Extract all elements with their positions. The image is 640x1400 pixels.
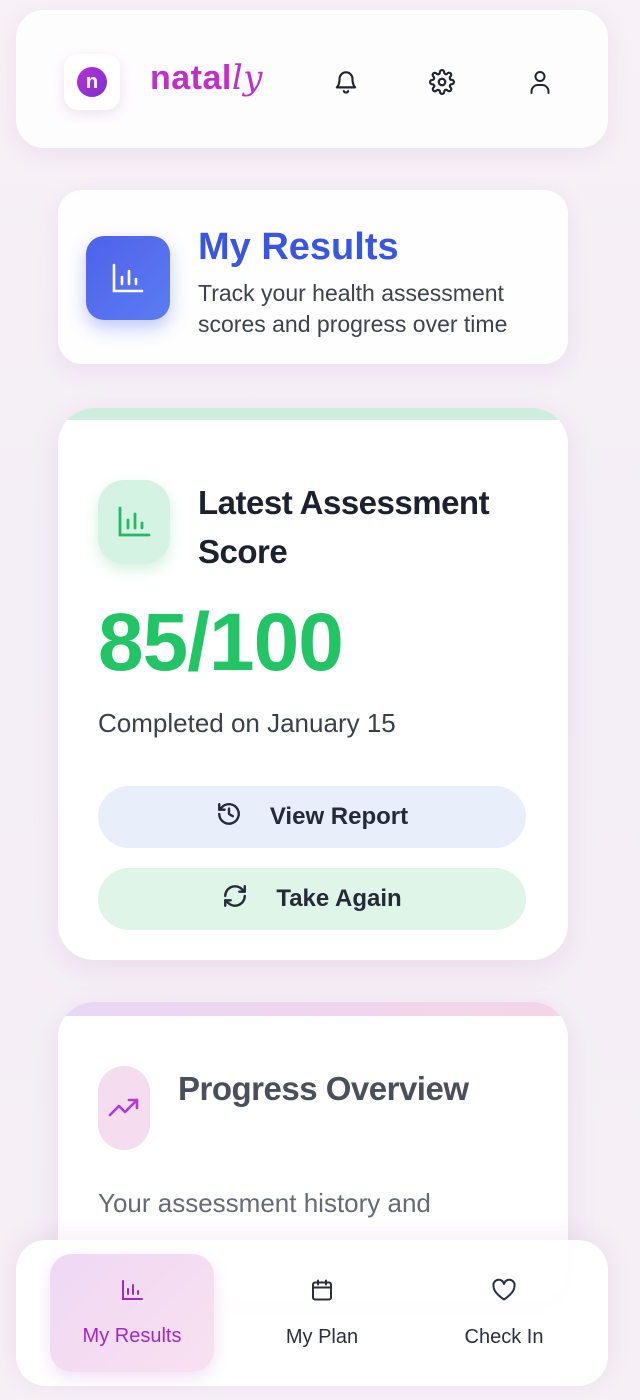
latest-score-card: Latest Assessment Score 85/100 Completed…: [58, 408, 568, 960]
view-report-label: View Report: [269, 803, 409, 830]
page-title: My Results: [198, 226, 399, 268]
take-again-label: Take Again: [276, 885, 402, 912]
bell-icon[interactable]: [326, 62, 366, 102]
trending-up-icon: [98, 1066, 150, 1150]
user-icon[interactable]: [520, 62, 560, 102]
history-icon: [216, 801, 242, 834]
take-again-button[interactable]: Take Again: [98, 868, 526, 930]
nav-label: My Plan: [285, 1325, 359, 1348]
nav-item-my-plan[interactable]: My Plan: [240, 1254, 404, 1372]
score-value: 85/100: [98, 597, 344, 688]
heart-icon: [491, 1278, 517, 1308]
nav-item-my-results[interactable]: My Results: [50, 1254, 214, 1372]
progress-title: Progress Overview: [178, 1070, 469, 1107]
logo-letter: n: [77, 67, 107, 97]
top-bar: n natally: [16, 10, 608, 148]
nav-label: My Results: [82, 1324, 182, 1347]
page-subtitle: Track your health assessment scores and …: [198, 280, 508, 337]
score-card-title: Latest Assessment Score: [198, 484, 490, 570]
calendar-icon: [310, 1278, 334, 1308]
brand-accent: ly: [231, 58, 263, 98]
bar-chart-icon: [98, 480, 170, 564]
card-accent-bar: [58, 1002, 568, 1016]
gear-icon[interactable]: [422, 62, 462, 102]
progress-description: Your assessment history and: [98, 1188, 431, 1218]
results-page: n natally My Results Track your health a…: [0, 0, 640, 1400]
view-report-button[interactable]: View Report: [98, 786, 526, 848]
nav-item-check-in[interactable]: Check In: [422, 1254, 586, 1372]
brand-name: natally: [150, 58, 263, 98]
card-body: Latest Assessment Score 85/100 Completed…: [58, 420, 568, 960]
brand-main: natal: [150, 59, 232, 97]
results-header-card: My Results Track your health assessment …: [58, 190, 568, 364]
bar-chart-icon: [120, 1279, 144, 1307]
app-logo[interactable]: n: [64, 54, 120, 110]
bar-chart-icon: [86, 236, 170, 320]
bottom-nav: My Results My Plan Check In: [16, 1240, 608, 1386]
card-accent-bar: [58, 408, 568, 420]
refresh-icon: [222, 883, 248, 916]
nav-label: Check In: [464, 1325, 544, 1348]
completed-date: Completed on January 15: [98, 708, 396, 738]
